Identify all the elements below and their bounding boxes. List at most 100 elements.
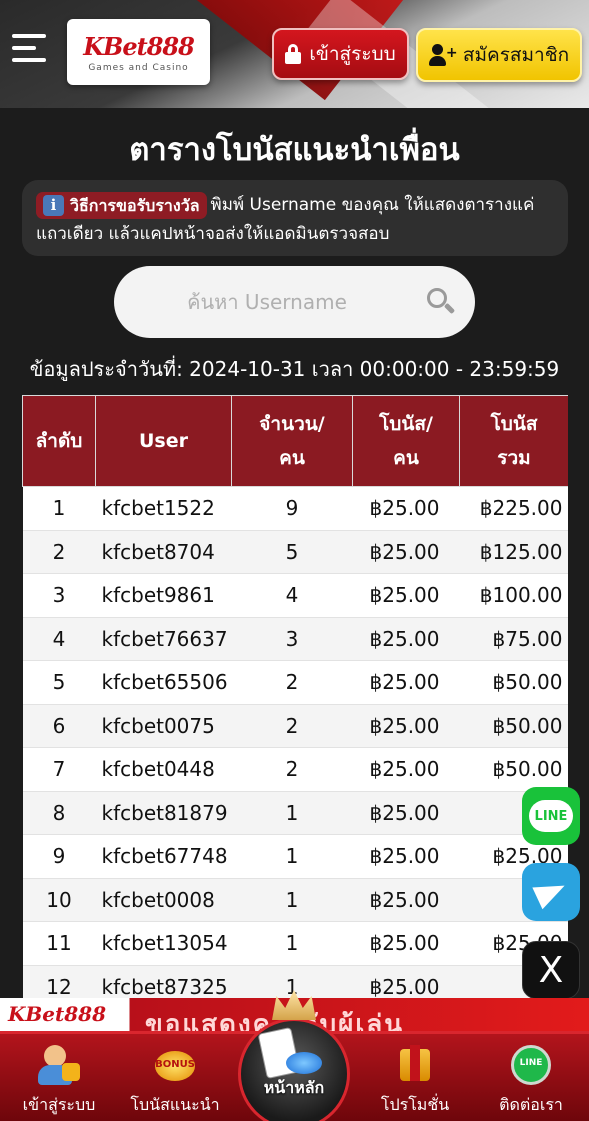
nav-home[interactable]: หน้าหลัก [234,990,354,1121]
bonus-per-cell: ฿25.00 [352,486,460,531]
casino-chip-icon [286,1052,322,1074]
nav-promo-label: โปรโมชั่น [380,1095,450,1114]
nav-login[interactable]: เข้าสู่ระบบ [0,1034,118,1121]
bonus-per-cell: ฿25.00 [352,660,460,705]
table-row: 11kfcbet130541฿25.00฿25.00 [22,921,568,966]
nav-contact[interactable]: LINE ติดต่อเรา [472,1034,589,1121]
rank-cell: 7 [22,747,96,792]
login-user-icon [36,1043,82,1087]
table-row: 3 kfcbet9861 4 ฿25.00 ฿100.00 [22,573,568,618]
nav-home-label: หน้าหลัก [263,1078,325,1097]
username-cell: kfcbet76637 [95,617,232,661]
bonus-icon: BONUS [152,1043,198,1087]
search-bar[interactable] [114,266,475,338]
login-button-label: เข้าสู่ระบบ [309,43,396,65]
x-float-button[interactable]: X [522,941,580,999]
instructions-badge-label: วิธีการขอรับรางวัล [70,195,200,215]
rank-cell: 10 [22,878,96,922]
username-cell: kfcbet67748 [95,834,232,879]
telegram-icon [532,874,570,910]
signup-button[interactable]: + สมัครสมาชิก [416,28,582,82]
logo-brand: KBet888 [83,31,195,61]
rank-cell: 6 [22,704,96,748]
count-cell: 1 [231,878,353,922]
table-row: 6 kfcbet0075 2 ฿25.00 ฿50.00 [22,704,568,748]
referral-bonus-table: ลำดับ User จำนวน/ คน โบนัส/ คน โบนัส รวม 1 kf… [22,395,568,1005]
rank-cell: 9 [22,834,96,879]
rank-cell: 4 [22,617,96,661]
bonus-per-cell: ฿25.00 [352,791,460,835]
header-rank: ลำดับ [22,395,96,487]
bonus-per-cell: ฿25.00 [352,617,460,661]
table-row: 5 kfcbet65506 2 ฿25.00 ฿50.00 [22,660,568,705]
login-button[interactable]: เข้าสู่ระบบ [272,28,409,80]
bonus-total-cell: ฿125.00 [459,530,568,574]
count-cell: 9 [231,486,353,531]
crown-icon [272,990,316,1020]
count-cell: 2 [231,660,353,705]
count-cell: 3 [231,617,353,661]
bonus-total-cell: ฿100.00 [459,573,568,618]
page-title: ตารางโบนัสแนะนำเพื่อน [129,132,460,168]
table-row: 9 kfcbet67748 1 ฿25.00 ฿25.00 [22,834,568,879]
table-row: 1 kfcbet1522 9 ฿25.00 ฿225.00 [22,486,568,531]
line-icon: LINE [529,800,573,832]
signup-button-label: สมัครสมาชิก [462,44,570,66]
bonus-per-cell: ฿25.00 [352,704,460,748]
bonus-total-cell: ฿50.00 [459,660,568,705]
table-row: 2 kfcbet8704 5 ฿25.00 ฿125.00 [22,530,568,574]
telegram-float-button[interactable] [522,863,580,921]
contact-icon-text: LINE [519,1058,543,1068]
count-cell: 1 [231,921,353,966]
bonus-total-cell: ฿50.00 [459,747,568,792]
table-row: 8kfcbet818791฿25.00฿25 [22,791,568,835]
username-cell: kfcbet8704 [95,530,232,574]
rank-cell: 2 [22,530,96,574]
bonus-icon-text: BONUS [155,1059,195,1070]
username-cell: kfcbet65506 [95,660,232,705]
bonus-total-cell: ฿50.00 [459,704,568,748]
add-user-icon: + [428,44,458,66]
line-float-button[interactable]: LINE [522,787,580,845]
nav-promo[interactable]: โปรโมชั่น [356,1034,474,1121]
rank-cell: 5 [22,660,96,705]
count-cell: 4 [231,573,353,618]
site-logo[interactable]: KBet888 Games and Casino [67,19,210,85]
header-bonus-per: โบนัส/ คน [352,395,460,487]
nav-login-label: เข้าสู่ระบบ [22,1095,96,1114]
username-cell: kfcbet1522 [95,486,232,531]
rank-cell: 11 [22,921,96,966]
bonus-per-cell: ฿25.00 [352,530,460,574]
search-input[interactable] [122,290,412,314]
username-cell: kfcbet9861 [95,573,232,618]
instructions-box: i วิธีการขอรับรางวัล พิมพ์ Username ของค… [22,180,568,256]
menu-icon[interactable] [12,34,46,64]
lock-icon [285,44,302,64]
nav-contact-label: ติดต่อเรา [499,1095,563,1114]
gift-icon [392,1043,438,1087]
username-cell: kfcbet0075 [95,704,232,748]
bonus-per-cell: ฿25.00 [352,834,460,879]
count-cell: 1 [231,834,353,879]
count-cell: 5 [231,530,353,574]
info-icon: i [43,194,64,216]
date-range-text: ข้อมูลประจำวันที่: 2024-10-31 เวลา 00:00… [29,357,560,381]
table-row: 10kfcbet00081฿25.00฿25 [22,878,568,922]
search-icon[interactable] [427,288,456,316]
header-bonus-total: โบนัส รวม [459,395,568,487]
username-cell: kfcbet0008 [95,878,232,922]
header-count: จำนวน/ คน [231,395,353,487]
banner-logo: KBet888 [8,1002,106,1026]
bonus-per-cell: ฿25.00 [352,878,460,922]
table-row: 7 kfcbet0448 2 ฿25.00 ฿50.00 [22,747,568,792]
table-body: 1 kfcbet1522 9 ฿25.00 ฿225.00 2 kfcbet8704 5 ฿25… [22,486,568,1005]
bonus-per-cell: ฿25.00 [352,921,460,966]
table-header-row: ลำดับ User จำนวน/ คน โบนัส/ คน โบนัส รวม [22,395,568,487]
rank-cell: 3 [22,573,96,618]
nav-bonus[interactable]: BONUS โบนัสแนะนำ [116,1034,234,1121]
count-cell: 2 [231,747,353,792]
bonus-per-cell: ฿25.00 [352,747,460,792]
count-cell: 2 [231,704,353,748]
header-user: User [95,395,232,487]
nav-bonus-label: โบนัสแนะนำ [130,1095,220,1114]
